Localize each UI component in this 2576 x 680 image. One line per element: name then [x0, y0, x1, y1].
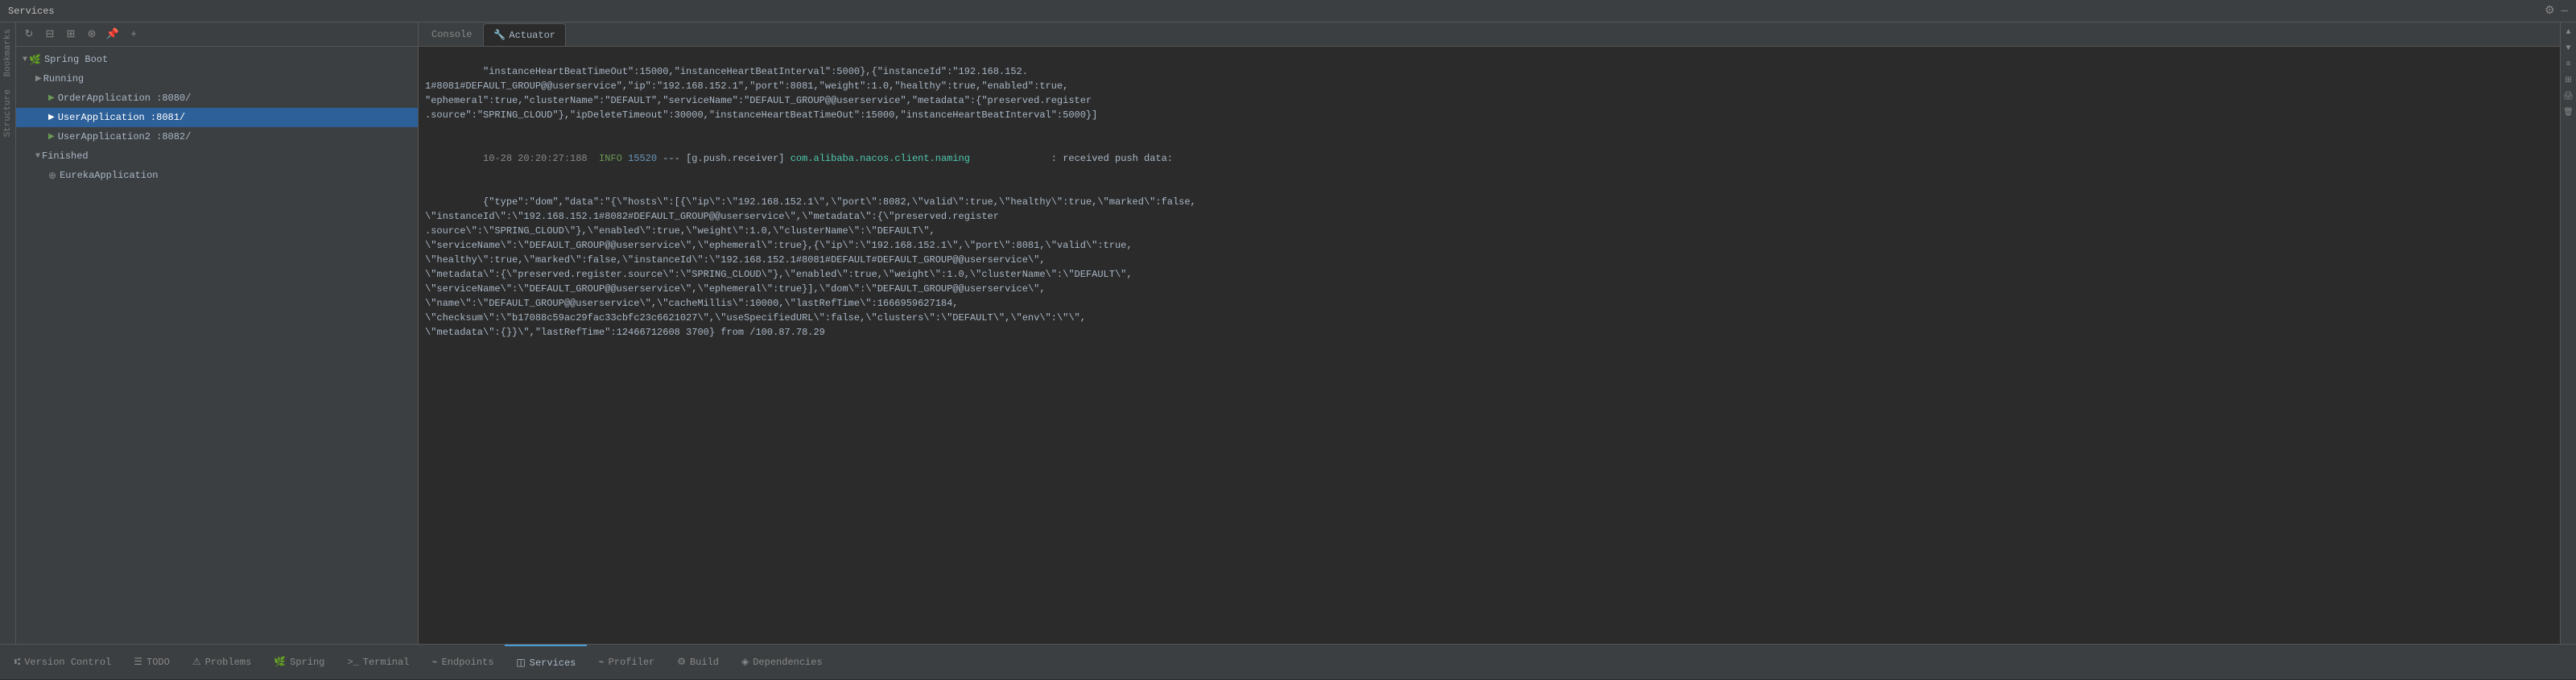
version-control-icon: ⑆ [14, 657, 20, 668]
log-text-1: "instanceHeartBeatTimeOut":15000,"instan… [425, 66, 1097, 121]
status-tab-profiler[interactable]: ⌁ Profiler [587, 645, 666, 680]
problems-label: Problems [205, 657, 252, 668]
dependencies-label: Dependencies [753, 657, 822, 668]
endpoints-label: Endpoints [442, 657, 494, 668]
title-bar-controls: ⚙ — [2545, 4, 2568, 18]
scroll-up-btn[interactable]: ▲ [2562, 25, 2576, 39]
terminal-icon: >_ [347, 657, 358, 668]
minimize-icon[interactable]: — [2562, 5, 2568, 18]
spring-boot-icon: 🌿 [29, 54, 41, 66]
status-tab-endpoints[interactable]: ⌁ Endpoints [420, 645, 505, 680]
status-tab-dependencies[interactable]: ◈ Dependencies [730, 645, 834, 680]
add-btn[interactable]: + [124, 25, 143, 44]
console-panel: Console 🔧 Actuator "instanceHeartBeatTim… [419, 23, 2560, 644]
dependencies-icon: ◈ [741, 656, 749, 668]
console-right-actions: ▲ ▼ ≡ ⊞ 🖨 🗑 [2560, 23, 2576, 644]
log-separator: --- [g.push.receiver] [663, 153, 790, 164]
user-app-icon: ▶ [48, 113, 55, 122]
log-json-data: {"type":"dom","data":"{\"hosts\":[{\"ip\… [425, 196, 1196, 338]
tab-actuator[interactable]: 🔧 Actuator [483, 23, 566, 46]
spring-icon: 🌿 [274, 656, 286, 668]
terminal-label: Terminal [363, 657, 410, 668]
spring-boot-label: Spring Boot [44, 54, 108, 65]
services-icon: ◫ [516, 657, 525, 669]
title-bar-text: Services [8, 6, 55, 17]
build-label: Build [690, 657, 719, 668]
tree-item-running[interactable]: ▶ Running [16, 69, 418, 89]
profiler-icon: ⌁ [598, 656, 604, 668]
tree-item-finished[interactable]: ▼ Finished [16, 146, 418, 166]
problems-icon: ⚠ [192, 656, 201, 668]
tab-console[interactable]: Console [422, 23, 481, 46]
action-btn-1[interactable]: ≡ [2562, 57, 2576, 72]
services-panel: ↻ ⊟ ⊞ ⊛ 📌 + ▼ 🌿 Spring Boot ▶ Running [16, 23, 419, 644]
pin-btn[interactable]: 📌 [103, 25, 122, 44]
spring-label: Spring [290, 657, 324, 668]
status-bar: ⑆ Version Control ☰ TODO ⚠ Problems 🌿 Sp… [0, 644, 2576, 679]
tree-item-order-app[interactable]: ▶ OrderApplication :8080/ [16, 89, 418, 108]
eureka-app-icon: ⊕ [48, 170, 56, 182]
collapse-btn[interactable]: ⊟ [40, 25, 60, 44]
filter-btn[interactable]: ⊛ [82, 25, 101, 44]
order-app-label: OrderApplication :8080/ [58, 93, 192, 104]
services-tree: ▼ 🌿 Spring Boot ▶ Running ▶ OrderApplica… [16, 47, 418, 644]
tree-item-eureka-app[interactable]: ⊕ EurekaApplication [16, 166, 418, 185]
log-level: INFO [599, 153, 622, 164]
endpoints-icon: ⌁ [431, 656, 437, 668]
expand-btn[interactable]: ⊞ [61, 25, 80, 44]
delete-btn[interactable]: 🗑 [2562, 105, 2576, 120]
refresh-btn[interactable]: ↻ [19, 25, 39, 44]
log-line-1: "instanceHeartBeatTimeOut":15000,"instan… [425, 50, 2553, 137]
status-tab-todo[interactable]: ☰ TODO [122, 645, 181, 680]
status-tab-terminal[interactable]: >_ Terminal [336, 645, 420, 680]
bookmarks-label[interactable]: Bookmarks [3, 23, 13, 83]
services-toolbar: ↻ ⊟ ⊞ ⊛ 📌 + [16, 23, 418, 47]
spring-boot-arrow: ▼ [23, 56, 27, 64]
structure-label[interactable]: Structure [3, 83, 13, 143]
log-class: com.alibaba.nacos.client.naming [791, 153, 970, 164]
log-line-2: 10-28 20:20:27:188 INFO 15520 --- [g.pus… [425, 137, 2553, 180]
build-icon: ⚙ [677, 656, 686, 668]
console-tab-label: Console [431, 29, 472, 40]
user-app-label: UserApplication :8081/ [58, 112, 185, 123]
log-line-3: {"type":"dom","data":"{\"hosts\":[{\"ip\… [425, 180, 2553, 354]
tree-item-user-app[interactable]: ▶ UserApplication :8081/ [16, 108, 418, 127]
todo-icon: ☰ [134, 656, 142, 668]
log-timestamp: 10-28 20:20:27:188 [483, 153, 599, 164]
log-thread: 15520 [628, 153, 657, 164]
action-btn-2[interactable]: ⊞ [2562, 73, 2576, 88]
version-control-label: Version Control [24, 657, 111, 668]
right-area: Console 🔧 Actuator "instanceHeartBeatTim… [419, 23, 2576, 644]
status-tab-spring[interactable]: 🌿 Spring [262, 645, 336, 680]
running-label: Running [43, 73, 84, 84]
print-btn[interactable]: 🖨 [2562, 89, 2576, 104]
user-app2-label: UserApplication2 :8082/ [58, 131, 192, 142]
scroll-down-btn[interactable]: ▼ [2562, 41, 2576, 56]
log-colon: : received push data: [970, 153, 1173, 164]
title-bar: Services ⚙ — [0, 0, 2576, 23]
finished-label: Finished [42, 150, 89, 162]
profiler-label: Profiler [609, 657, 655, 668]
tree-item-user-app2[interactable]: ▶ UserApplication2 :8082/ [16, 127, 418, 146]
status-tab-build[interactable]: ⚙ Build [666, 645, 730, 680]
user-app2-icon: ▶ [48, 132, 55, 142]
actuator-icon: 🔧 [493, 29, 506, 41]
todo-label: TODO [147, 657, 170, 668]
status-tab-version-control[interactable]: ⑆ Version Control [3, 645, 122, 680]
order-app-icon: ▶ [48, 93, 55, 103]
actuator-tab-label: Actuator [509, 30, 555, 41]
finished-arrow: ▼ [35, 152, 40, 161]
eureka-app-label: EurekaApplication [60, 170, 158, 181]
console-content[interactable]: "instanceHeartBeatTimeOut":15000,"instan… [419, 47, 2560, 644]
status-tab-services[interactable]: ◫ Services [505, 645, 587, 680]
running-arrow: ▶ [35, 74, 42, 84]
console-tabs: Console 🔧 Actuator [419, 23, 2560, 47]
status-tab-problems[interactable]: ⚠ Problems [181, 645, 262, 680]
left-label-panel: Bookmarks Structure [0, 23, 16, 644]
tree-item-spring-boot[interactable]: ▼ 🌿 Spring Boot [16, 50, 418, 69]
main-content: Bookmarks Structure ↻ ⊟ ⊞ ⊛ 📌 + ▼ 🌿 Spri… [0, 23, 2576, 644]
settings-icon[interactable]: ⚙ [2545, 4, 2555, 18]
services-label: Services [530, 657, 576, 669]
